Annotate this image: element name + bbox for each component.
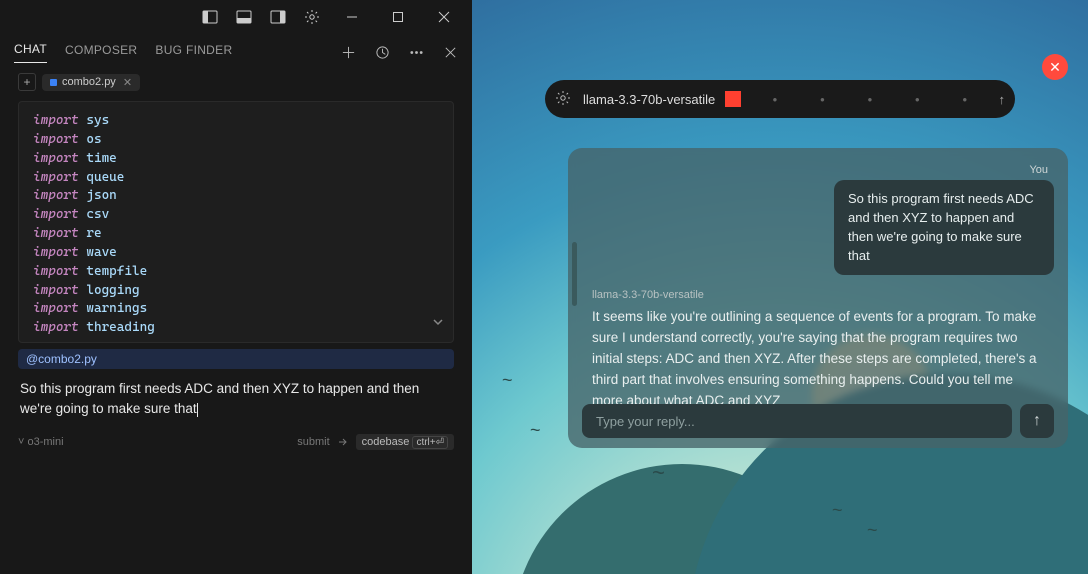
codebase-button[interactable]: codebase ctrl+⏎ — [356, 434, 454, 450]
layout-left-icon[interactable] — [194, 3, 226, 31]
code-line: import time — [33, 150, 439, 169]
more-icon[interactable] — [408, 45, 424, 61]
tab-bugfinder[interactable]: BUG FINDER — [155, 43, 232, 63]
history-icon[interactable] — [374, 45, 390, 61]
code-line: import re — [33, 225, 439, 244]
tab-chat[interactable]: CHAT — [14, 42, 47, 63]
model-picker[interactable]: ˅ o3-mini — [18, 436, 64, 448]
expand-icon[interactable]: ↑ — [999, 92, 1006, 107]
file-chip-label: combo2.py — [62, 76, 116, 88]
sender-label-you: You — [1029, 164, 1048, 176]
add-context-button[interactable]: + — [18, 73, 36, 91]
scrollbar[interactable] — [572, 242, 577, 306]
file-type-icon — [50, 79, 57, 86]
chevron-down-icon[interactable] — [431, 315, 445, 336]
panel-tabs: CHAT COMPOSER BUG FINDER — [0, 34, 472, 67]
wallpaper-bird: ~ — [530, 420, 541, 441]
model-message-bubble: It seems like you're outlining a sequenc… — [582, 307, 1054, 404]
code-line: import os — [33, 131, 439, 150]
sender-label-model: llama-3.3-70b-versatile — [592, 289, 1054, 301]
assistant-top-bar: llama-3.3-70b-versatile ••••• ↑ — [545, 80, 1015, 118]
tab-composer[interactable]: COMPOSER — [65, 43, 137, 63]
remove-chip-icon[interactable]: ✕ — [123, 76, 132, 89]
code-line: import tempfile — [33, 263, 439, 282]
gear-icon[interactable] — [555, 90, 573, 108]
window-minimize-button[interactable] — [330, 3, 374, 31]
send-button[interactable]: ↑ — [1020, 404, 1054, 438]
stop-button[interactable] — [725, 91, 741, 107]
reply-input[interactable] — [582, 404, 1012, 438]
chat-input-text[interactable]: So this program first needs ADC and then… — [20, 379, 452, 420]
code-line: import sys — [33, 112, 439, 131]
code-line: import wave — [33, 244, 439, 263]
window-maximize-button[interactable] — [376, 3, 420, 31]
mention-pill[interactable]: @combo2.py — [18, 349, 454, 369]
submit-label: submit — [297, 436, 329, 448]
code-line: import warnings — [33, 300, 439, 319]
desktop-pane: ~ ~ ~ ~ ~ ✕ llama-3.3-70b-versatile ••••… — [472, 0, 1088, 574]
wallpaper-bird: ~ — [502, 370, 513, 391]
editor-pane: CHAT COMPOSER BUG FINDER + combo2.py ✕ i… — [0, 0, 472, 574]
close-panel-icon[interactable] — [442, 45, 458, 61]
context-chip-row: + combo2.py ✕ — [0, 67, 472, 91]
code-line: import csv — [33, 206, 439, 225]
wallpaper-bird: ~ — [867, 520, 878, 541]
assistant-chat-widget: You So this program first needs ADC and … — [568, 148, 1068, 448]
level-indicator: ••••• — [751, 92, 988, 107]
code-line: import threading — [33, 319, 439, 338]
code-line: import logging — [33, 282, 439, 301]
assistant-close-button[interactable]: ✕ — [1042, 54, 1068, 80]
code-line: import json — [33, 187, 439, 206]
chat-input-content: So this program first needs ADC and then… — [20, 381, 419, 416]
window-close-button[interactable] — [422, 3, 466, 31]
reply-row: ↑ — [582, 404, 1054, 438]
window-titlebar — [0, 0, 472, 34]
text-cursor — [197, 403, 198, 417]
user-message-bubble: So this program first needs ADC and then… — [834, 180, 1054, 275]
code-preview: import sysimport osimport timeimport que… — [18, 101, 454, 343]
layout-bottom-icon[interactable] — [228, 3, 260, 31]
wallpaper-bird: ~ — [652, 460, 665, 486]
code-line: import queue — [33, 169, 439, 188]
layout-right-icon[interactable] — [262, 3, 294, 31]
settings-gear-icon[interactable] — [296, 3, 328, 31]
wallpaper-bird: ~ — [832, 500, 843, 521]
model-name[interactable]: llama-3.3-70b-versatile — [583, 92, 715, 107]
new-chat-icon[interactable] — [340, 45, 356, 61]
submit-arrow-icon — [338, 437, 348, 447]
chat-footer: ˅ o3-mini submit codebase ctrl+⏎ — [18, 434, 454, 450]
file-chip[interactable]: combo2.py ✕ — [42, 74, 140, 91]
